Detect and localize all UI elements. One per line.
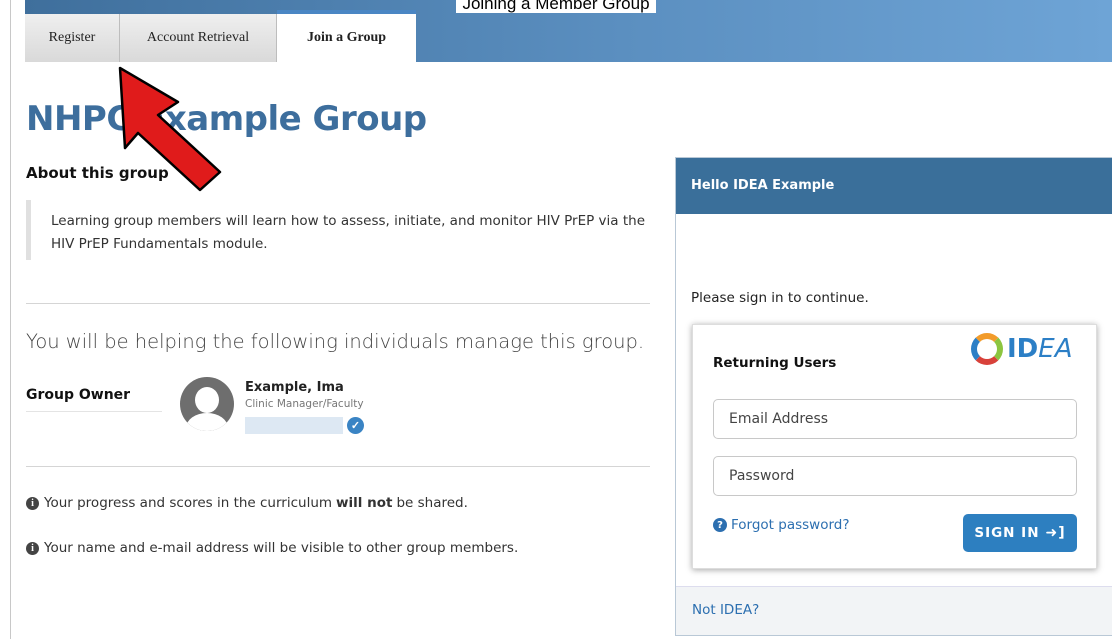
- signin-prompt: Please sign in to continue.: [691, 290, 869, 306]
- owner-email-redacted: [245, 417, 343, 434]
- email-field[interactable]: [713, 399, 1077, 439]
- returning-users-label: Returning Users: [713, 355, 837, 371]
- signin-panel: Hello IDEA Example Please sign in to con…: [675, 157, 1112, 636]
- notice-visibility: i Your name and e-mail address will be v…: [26, 540, 518, 556]
- notice-progress: i Your progress and scores in the curric…: [26, 495, 468, 511]
- page-left-border: [10, 0, 11, 639]
- managers-intro: You will be helping the following indivi…: [26, 330, 645, 353]
- owner-name: Example, Ima: [245, 380, 344, 395]
- tab-account-retrieval[interactable]: Account Retrieval: [120, 14, 277, 62]
- panel-header: Hello IDEA Example: [676, 158, 1112, 214]
- sign-in-icon: ➜]: [1045, 525, 1066, 541]
- idea-logo-ring-icon: [971, 333, 1003, 365]
- question-icon: ?: [713, 518, 727, 532]
- divider: [26, 303, 650, 304]
- info-icon: i: [26, 541, 39, 555]
- banner-title: Joining a Member Group: [0, 0, 1112, 14]
- tab-register[interactable]: Register: [25, 14, 120, 62]
- tab-join-a-group[interactable]: Join a Group: [277, 10, 416, 62]
- divider: [26, 411, 162, 412]
- annotation-arrow: [118, 66, 222, 192]
- divider: [26, 466, 650, 467]
- login-card: Returning Users IDEA ? Forgot password? …: [692, 324, 1097, 569]
- owner-role: Clinic Manager/Faculty: [245, 398, 364, 410]
- user-avatar-icon: [180, 377, 234, 431]
- not-idea-link[interactable]: Not IDEA?: [676, 586, 1112, 635]
- verified-check-icon: ✓: [347, 417, 364, 434]
- info-icon: i: [26, 496, 39, 510]
- idea-logo: IDEA: [971, 333, 1072, 365]
- sign-in-button[interactable]: SIGN IN ➜]: [963, 514, 1077, 552]
- forgot-password-link[interactable]: ? Forgot password?: [713, 517, 850, 533]
- group-owner-label: Group Owner: [26, 387, 131, 403]
- password-field[interactable]: [713, 456, 1077, 496]
